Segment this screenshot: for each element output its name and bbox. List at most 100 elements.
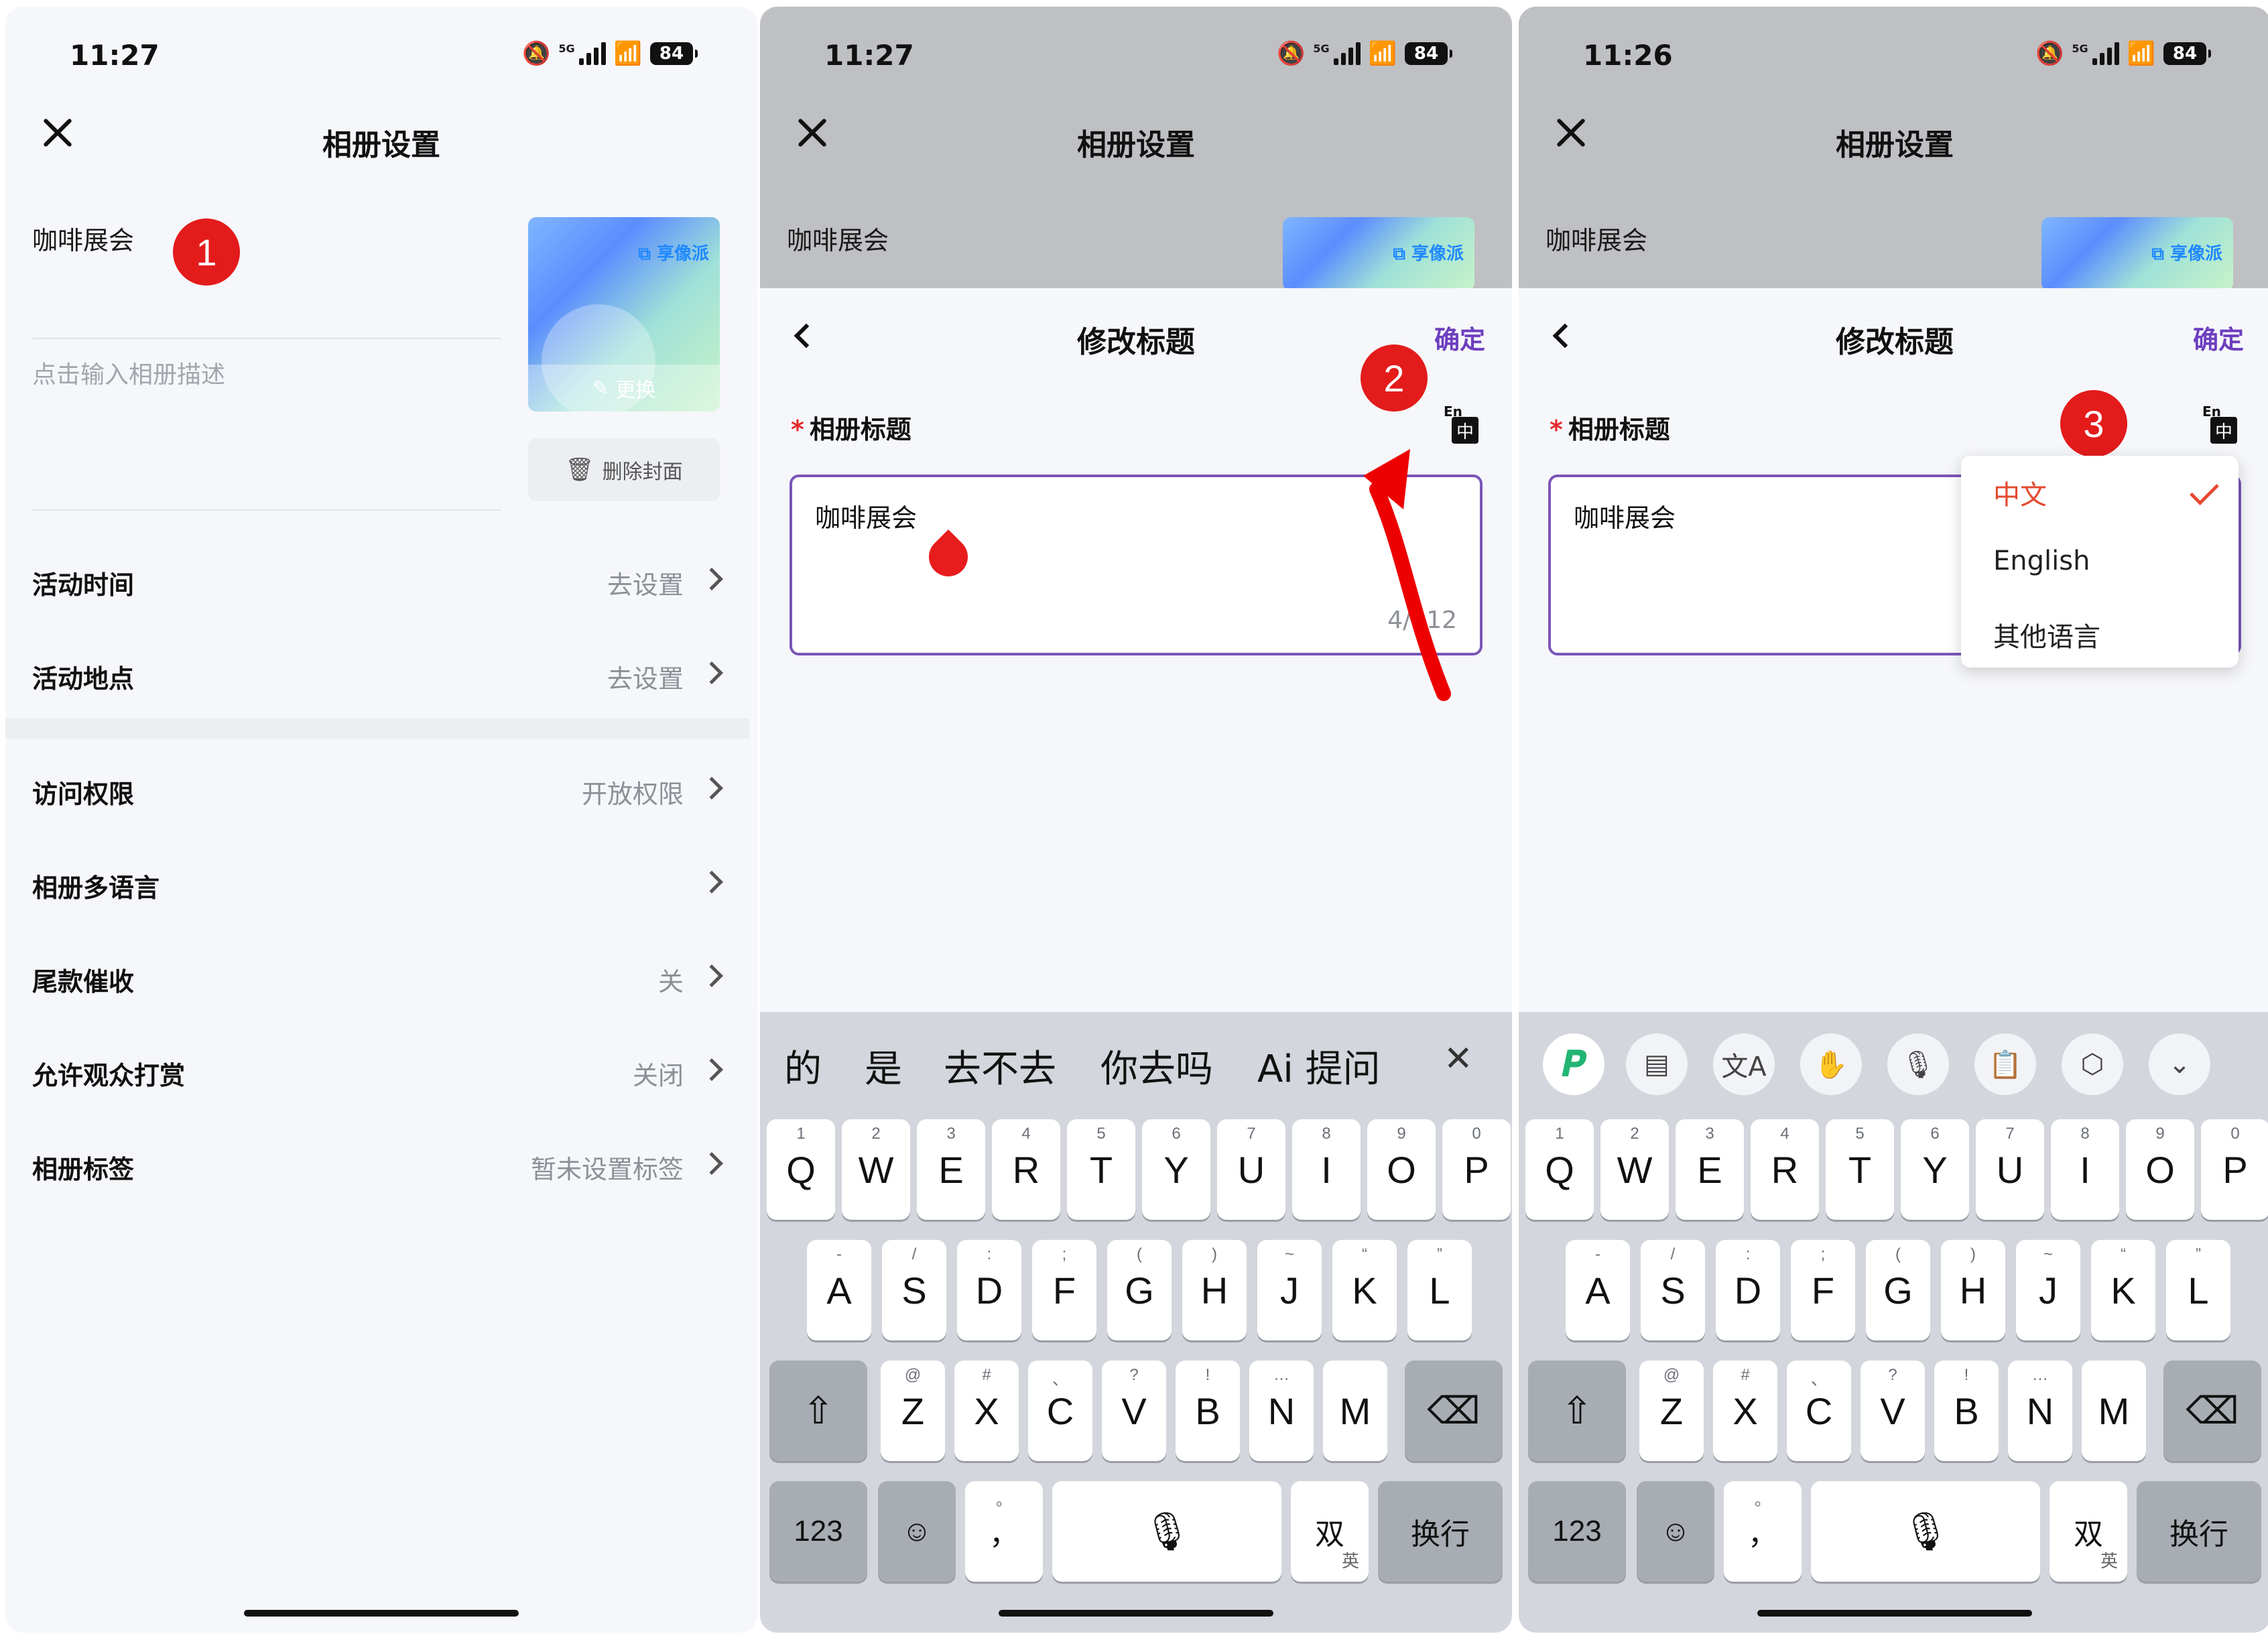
key-a[interactable]: -A [807, 1240, 871, 1340]
delete-cover-button[interactable]: 🗑 删除封面 [528, 438, 720, 501]
key-w[interactable]: 2W [842, 1119, 910, 1220]
row-allow-tipping[interactable]: 允许观众打赏 关闭 [5, 1037, 757, 1105]
key-b[interactable]: ! B [1934, 1361, 1999, 1461]
bilingual-key[interactable]: 双英 [2050, 1481, 2127, 1582]
bilingual-key[interactable]: 双英 [1291, 1481, 1369, 1582]
clipboard-doc-icon[interactable]: ▤ [1626, 1033, 1688, 1095]
candidate-item[interactable]: 去不去 [944, 1039, 1056, 1093]
key-s[interactable]: / S [882, 1240, 946, 1340]
enter-key[interactable]: 换行 [2137, 1481, 2261, 1582]
album-name-field[interactable]: 咖啡展会 [32, 220, 134, 257]
key-r[interactable]: 4R [992, 1119, 1060, 1220]
candidate-item[interactable]: 是 [865, 1039, 902, 1093]
row-access-permission[interactable]: 访问权限 开放权限 [5, 756, 757, 823]
key-a[interactable]: -A [1566, 1240, 1630, 1340]
key-c[interactable]: 、 C [1028, 1361, 1092, 1461]
space-key[interactable]: 🎙 [1811, 1481, 2040, 1582]
app-logo-icon[interactable]: 𝑷 [1543, 1033, 1604, 1095]
shift-key[interactable]: ⇧ [769, 1361, 867, 1461]
menu-item-english[interactable]: English [1993, 546, 2090, 576]
row-album-multilanguage[interactable]: 相册多语言 [5, 850, 757, 917]
key-p[interactable]: 0P [1442, 1119, 1511, 1220]
key-e[interactable]: 3E [1676, 1119, 1744, 1220]
backspace-key[interactable]: ⌫ [2163, 1361, 2261, 1461]
key-y[interactable]: 6Y [1901, 1119, 1969, 1220]
menu-item-other-languages[interactable]: 其他语言 [1993, 615, 2100, 654]
confirm-button[interactable]: 确定 [1434, 319, 1485, 356]
key-x[interactable]: # X [954, 1361, 1019, 1461]
comma-key[interactable]: 。， [965, 1481, 1043, 1582]
clipboard-icon[interactable]: 📋 [1974, 1033, 2036, 1095]
close-candidates-icon[interactable]: ✕ [1444, 1039, 1473, 1079]
key-t[interactable]: 5T [1826, 1119, 1894, 1220]
key-v[interactable]: ? V [1102, 1361, 1166, 1461]
key-f[interactable]: ; F [1032, 1240, 1096, 1340]
key-n[interactable]: … N [1249, 1361, 1314, 1461]
shift-key[interactable]: ⇧ [1528, 1361, 1626, 1461]
key-k[interactable]: “K [2091, 1240, 2155, 1340]
enter-key[interactable]: 换行 [1378, 1481, 1503, 1582]
confirm-button[interactable]: 确定 [2193, 319, 2244, 356]
key-d[interactable]: :D [1716, 1240, 1780, 1340]
key-s[interactable]: / S [1641, 1240, 1705, 1340]
key-u[interactable]: 7U [1976, 1119, 2044, 1220]
background-overlay[interactable]: 11:26 🔕 5G 📶 84 相册设置 咖啡展会 ⧉ 享像派 [1519, 7, 2268, 291]
gesture-icon[interactable]: ✋ [1800, 1033, 1862, 1095]
key-q[interactable]: 1Q [767, 1119, 835, 1220]
background-overlay[interactable]: 11:27 🔕 5G 📶 84 相册设置 咖啡展会 ⧉ 享像派 [760, 7, 1512, 291]
key-b[interactable]: ! B [1176, 1361, 1240, 1461]
key-c[interactable]: 、 C [1787, 1361, 1851, 1461]
cover-image[interactable]: ⧉ 享像派 ✎ 更换 [528, 217, 720, 412]
candidate-item[interactable]: 的 [784, 1039, 822, 1093]
comma-key[interactable]: 。， [1724, 1481, 1802, 1582]
text-cursor-handle[interactable] [920, 529, 976, 585]
change-cover-button[interactable]: ✎ 更换 [528, 365, 720, 412]
row-activity-location[interactable]: 活动地点 去设置 [5, 641, 757, 708]
key-g[interactable]: (G [1107, 1240, 1172, 1340]
key-l[interactable]: ” L [1407, 1240, 1472, 1340]
microphone-icon[interactable]: 🎙 [1887, 1033, 1949, 1095]
key-j[interactable]: ~ J [1257, 1240, 1322, 1340]
numbers-key[interactable]: 123 [1528, 1481, 1626, 1582]
key-n[interactable]: … N [2008, 1361, 2072, 1461]
row-album-tags[interactable]: 相册标签 暂未设置标签 [5, 1131, 757, 1198]
key-t[interactable]: 5T [1067, 1119, 1135, 1220]
key-w[interactable]: 2W [1600, 1119, 1669, 1220]
key-v[interactable]: ? V [1861, 1361, 1925, 1461]
key-q[interactable]: 1Q [1525, 1119, 1594, 1220]
key-h[interactable]: ) H [1182, 1240, 1247, 1340]
row-activity-time[interactable]: 活动时间 去设置 [5, 547, 757, 614]
key-i[interactable]: 8I [2051, 1119, 2119, 1220]
key-y[interactable]: 6Y [1142, 1119, 1210, 1220]
key-p[interactable]: 0P [2201, 1119, 2268, 1220]
key-m[interactable]: M [2082, 1361, 2146, 1461]
key-e[interactable]: 3E [917, 1119, 985, 1220]
menu-item-chinese[interactable]: 中文 [1993, 473, 2047, 512]
key-i[interactable]: 8I [1292, 1119, 1361, 1220]
key-o[interactable]: 9O [1367, 1119, 1436, 1220]
cube-icon[interactable]: ⬡ [2062, 1033, 2123, 1095]
ai-ask-candidate[interactable]: Ai 提问 [1257, 1039, 1381, 1093]
key-o[interactable]: 9O [2126, 1119, 2194, 1220]
key-z[interactable]: @ Z [1639, 1361, 1704, 1461]
numbers-key[interactable]: 123 [769, 1481, 867, 1582]
key-m[interactable]: M [1323, 1361, 1387, 1461]
key-g[interactable]: (G [1866, 1240, 1930, 1340]
key-r[interactable]: 4R [1751, 1119, 1819, 1220]
emoji-key[interactable]: ☺ [1637, 1481, 1714, 1582]
space-key[interactable]: 🎙 [1052, 1481, 1281, 1582]
key-d[interactable]: :D [957, 1240, 1021, 1340]
key-f[interactable]: ; F [1791, 1240, 1855, 1340]
emoji-key[interactable]: ☺ [878, 1481, 956, 1582]
backspace-key[interactable]: ⌫ [1405, 1361, 1503, 1461]
key-u[interactable]: 7U [1217, 1119, 1285, 1220]
candidate-item[interactable]: 你去吗 [1100, 1039, 1213, 1093]
key-j[interactable]: ~ J [2016, 1240, 2080, 1340]
chevron-down-icon[interactable]: ⌄ [2149, 1033, 2210, 1095]
key-x[interactable]: # X [1713, 1361, 1777, 1461]
language-switch-icon[interactable]: En 中 [2202, 403, 2237, 444]
key-h[interactable]: ) H [1941, 1240, 2005, 1340]
translate-icon[interactable]: 文A [1713, 1033, 1775, 1095]
key-z[interactable]: @ Z [881, 1361, 945, 1461]
row-balance-reminder[interactable]: 尾款催收 关 [5, 944, 757, 1011]
